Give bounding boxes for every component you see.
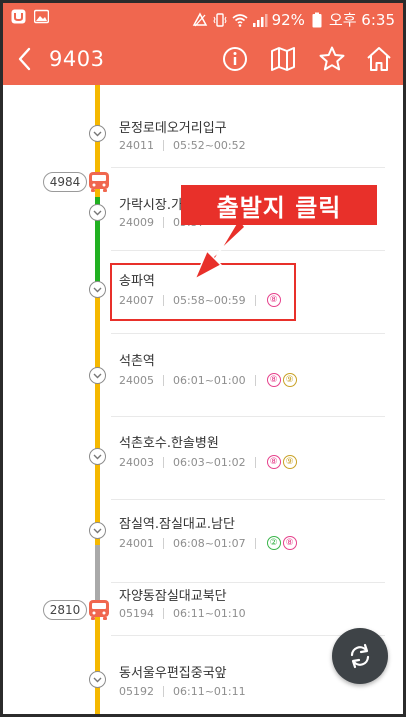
subway-line-9-badge: ⑨ [282, 455, 297, 469]
back-arrow-icon [18, 47, 31, 71]
map-icon [271, 47, 295, 71]
station-name: 문정로데오거리입구 [119, 121, 227, 136]
station-meta: 05194 06:11~01:10 [119, 607, 246, 620]
station-meta: 05192 06:11~01:11 [119, 685, 246, 698]
vibrate-icon [212, 12, 228, 28]
info-icon [223, 47, 247, 71]
station-id: 05194 [119, 607, 154, 620]
meta-divider [163, 608, 164, 619]
home-icon [367, 47, 391, 71]
status-time: 오후 6:35 [328, 11, 395, 29]
info-button[interactable] [221, 45, 249, 73]
station-id: 24003 [119, 455, 154, 469]
bus-plate-chip[interactable]: 2810 [43, 600, 87, 620]
station-name: 자양동잠실대교북단 [119, 589, 227, 604]
station-hours: 06:08~01:07 [173, 536, 246, 550]
station-id: 24011 [119, 139, 154, 152]
status-right: 92% 오후 6:35 [192, 9, 395, 30]
meta-divider [254, 537, 256, 549]
status-bar: 92% 오후 6:35 [3, 3, 403, 33]
meta-divider [163, 456, 164, 468]
meta-divider [163, 140, 164, 151]
subway-line-8-badge: ⑧ [266, 455, 281, 469]
station-hours: 06:11~01:10 [173, 607, 246, 620]
back-button[interactable] [13, 45, 39, 73]
station-hours: 05:52~00:52 [173, 139, 246, 152]
map-button[interactable] [269, 45, 297, 73]
station-id: 05192 [119, 685, 154, 698]
app-header: 9403 [3, 33, 403, 85]
chevron-down-icon [89, 281, 106, 298]
chevron-down-icon [89, 522, 106, 539]
battery-icon [309, 12, 325, 28]
station-id: 24009 [119, 216, 154, 229]
subway-line-8-badge: ⑧ [282, 536, 297, 550]
battery-percent: 92% [271, 10, 305, 29]
station-row[interactable]: 문정로데오거리입구 24011 05:52~00:52 [3, 85, 403, 168]
subway-line-8-badge: ⑧ [266, 373, 281, 387]
status-left [11, 9, 49, 24]
route-number: 9403 [49, 47, 105, 71]
station-meta: 24005 06:01~01:00 ⑧ ⑨ [119, 373, 297, 387]
meta-divider [163, 374, 164, 386]
station-row[interactable]: 석촌호수.한솔병원 24003 06:03~01:02 ⑧ ⑨ [3, 417, 403, 500]
app-frame: 92% 오후 6:35 9403 문정로데오거리입구 24011 05:52~0… [0, 0, 406, 717]
meta-divider [163, 537, 164, 549]
station-name: 동서울우편집중국앞 [119, 666, 227, 681]
subway-line-2-badge: ② [266, 536, 281, 550]
station-meta: 24011 05:52~00:52 [119, 139, 246, 152]
chevron-down-icon [89, 125, 106, 142]
chevron-down-icon [89, 367, 106, 384]
meta-divider [163, 686, 164, 697]
home-button[interactable] [365, 45, 393, 73]
bus-icon[interactable] [87, 598, 111, 622]
meta-divider [163, 217, 164, 228]
station-meta: 24001 06:08~01:07 ② ⑧ [119, 536, 297, 550]
station-row[interactable]: 석촌역 24005 06:01~01:00 ⑧ ⑨ [3, 334, 403, 417]
station-name: 석촌역 [119, 354, 155, 369]
station-id: 24001 [119, 536, 154, 550]
chevron-down-icon [89, 448, 106, 465]
station-row[interactable]: 잠실역.잠실대교.남단 24001 06:08~01:07 ② ⑧ [3, 500, 403, 583]
station-hours: 06:01~01:00 [173, 373, 246, 387]
gallery-icon [34, 9, 49, 24]
star-icon [319, 46, 345, 71]
station-hours: 06:11~01:11 [173, 685, 246, 698]
bus-icon[interactable] [87, 170, 111, 194]
station-hours: 06:03~01:02 [173, 455, 246, 469]
annotation-callout: 출발지 클릭 [181, 185, 377, 225]
refresh-button[interactable] [332, 628, 388, 684]
signal-icon [252, 12, 268, 28]
favorite-button[interactable] [318, 45, 346, 73]
meta-divider [254, 374, 256, 386]
station-meta: 24003 06:03~01:02 ⑧ ⑨ [119, 455, 297, 469]
chevron-down-icon [89, 671, 106, 688]
meta-divider [254, 456, 256, 468]
bus-plate-chip[interactable]: 4984 [43, 172, 87, 192]
refresh-icon [350, 643, 370, 669]
subway-line-9-badge: ⑨ [282, 373, 297, 387]
station-name: 석촌호수.한솔병원 [119, 436, 219, 451]
no-sim-icon [192, 11, 208, 28]
chevron-down-icon [89, 204, 106, 221]
wifi-icon [232, 12, 248, 28]
station-list[interactable]: 문정로데오거리입구 24011 05:52~00:52 가락시장.가락시 2400… [3, 85, 403, 714]
station-id: 24005 [119, 373, 154, 387]
station-name: 잠실역.잠실대교.남단 [119, 517, 235, 532]
app-notification-icon [11, 9, 26, 24]
